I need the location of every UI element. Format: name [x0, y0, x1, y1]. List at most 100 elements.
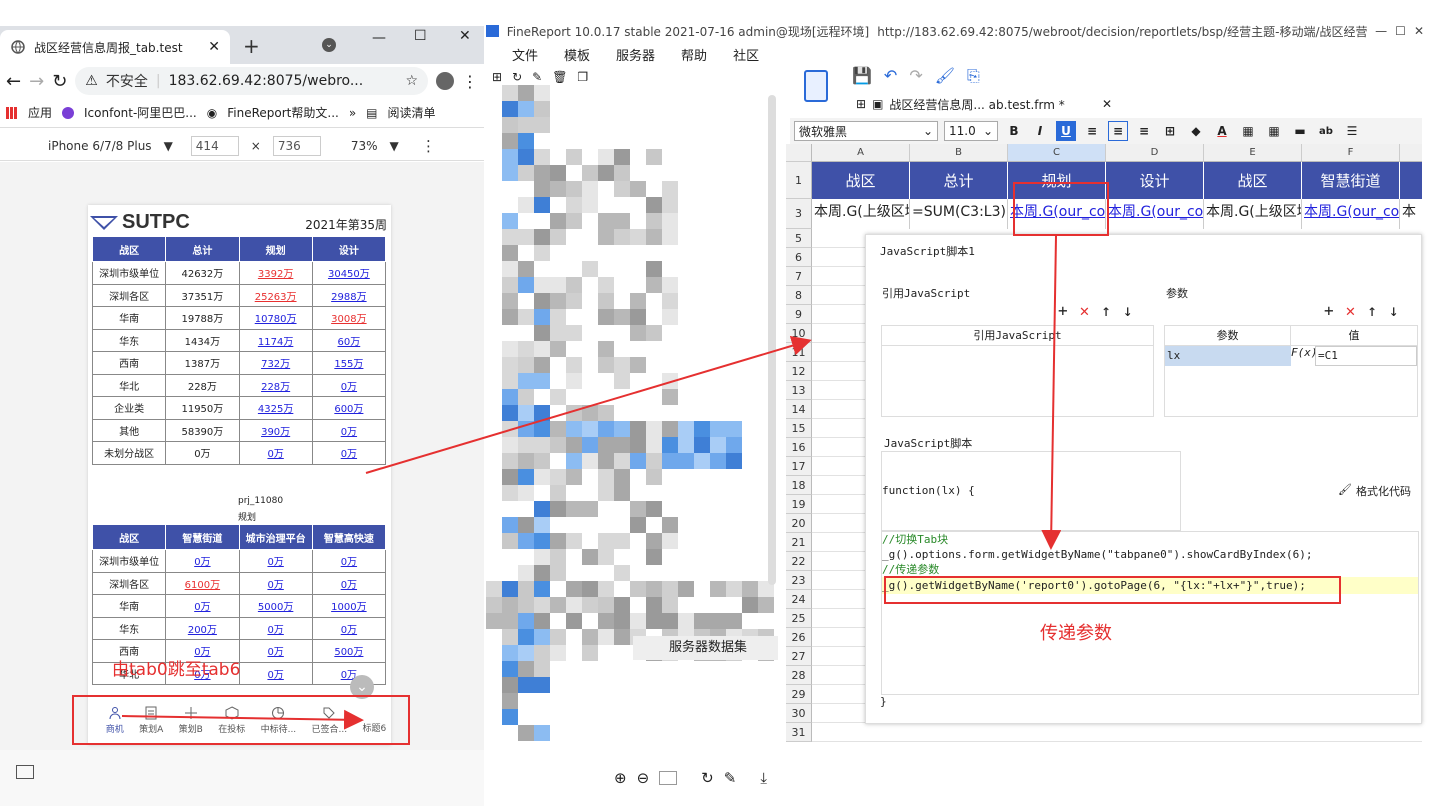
row-header[interactable]: 10 — [786, 324, 812, 343]
new-tab-button[interactable]: + — [243, 34, 260, 58]
header-cell[interactable]: 战区 — [812, 162, 910, 199]
bookmark-reading-list[interactable]: 阅读清单 — [388, 104, 436, 121]
delete-icon[interactable]: ✕ — [1346, 301, 1356, 320]
table-cell[interactable]: 4325万 — [238, 396, 313, 420]
column-header[interactable]: B — [910, 144, 1008, 162]
table-cell[interactable]: 0万 — [311, 418, 387, 442]
table-cell[interactable]: 2988万 — [311, 283, 387, 307]
row-header[interactable]: 25 — [786, 609, 812, 628]
table-cell[interactable]: 732万 — [238, 351, 313, 375]
browser-tab[interactable]: 战区经营信息周报_tab.test ✕ — [0, 30, 230, 64]
delete-icon[interactable]: 🗑 — [552, 70, 567, 84]
table-cell[interactable]: 0万 — [165, 549, 240, 573]
row-header[interactable]: 30 — [786, 704, 812, 723]
table-cell[interactable]: 155万 — [311, 351, 387, 375]
zoom-in-icon[interactable]: ⊕ — [614, 769, 627, 787]
table-cell[interactable]: 600万 — [311, 396, 387, 420]
font-color-icon[interactable]: A — [1212, 121, 1232, 141]
row-header[interactable]: 11 — [786, 343, 812, 362]
close-window-icon[interactable]: ✕ — [1414, 24, 1430, 38]
row-header[interactable]: 23 — [786, 571, 812, 590]
bookmark-finereport[interactable]: FineReport帮助文... — [227, 104, 339, 121]
font-size-select[interactable]: 11.0 ⌄ — [944, 121, 998, 141]
unmerge-icon[interactable]: ▦ — [1264, 121, 1284, 141]
menu-icon[interactable]: ⋮ — [462, 72, 478, 91]
row-header[interactable]: 6 — [786, 248, 812, 267]
param-name-cell[interactable]: lx — [1165, 346, 1291, 366]
zoom-select[interactable]: 73% — [351, 139, 378, 153]
menu-help[interactable]: 帮助 — [681, 45, 707, 64]
underline-button[interactable]: U — [1056, 121, 1076, 141]
format-code-button[interactable]: 🖌 格式化代码 — [1338, 483, 1411, 499]
table-cell[interactable]: 0万 — [311, 616, 387, 640]
merge-icon[interactable]: ▦ — [1238, 121, 1258, 141]
header-cell[interactable]: 设计 — [1106, 162, 1204, 199]
maximize-icon[interactable]: ☐ — [414, 28, 427, 44]
align-center-icon[interactable]: ≡ — [1108, 121, 1128, 141]
menu-file[interactable]: 文件 — [512, 45, 538, 64]
tab-search-icon[interactable]: ⌄ — [322, 38, 336, 52]
row-header[interactable]: 7 — [786, 267, 812, 286]
header-cell[interactable]: 战区 — [1204, 162, 1302, 199]
rotate-icon[interactable]: ↻ — [701, 769, 714, 787]
header-cell[interactable]: 城 — [1400, 162, 1422, 199]
fit-icon[interactable] — [659, 771, 678, 785]
down-icon[interactable]: ↓ — [1389, 301, 1399, 320]
table-cell[interactable]: 0万 — [165, 594, 240, 618]
forward-icon[interactable]: → — [29, 71, 44, 92]
refresh-icon[interactable]: ↻ — [512, 70, 522, 84]
file-tab[interactable]: ⊞ ▣ 战区经营信息周... ab.test.frm * ✕ — [856, 94, 1112, 114]
add-icon[interactable]: + — [1058, 301, 1068, 320]
download-icon[interactable]: ⤓ — [760, 769, 767, 787]
row-header[interactable]: 8 — [786, 286, 812, 305]
delete-icon[interactable]: ✕ — [1080, 301, 1090, 320]
up-icon[interactable]: ↑ — [1101, 301, 1111, 320]
table-cell[interactable]: 1000万 — [311, 594, 387, 618]
align-right-icon[interactable]: ≡ — [1134, 121, 1154, 141]
width-input[interactable]: 414 — [190, 135, 239, 156]
column-header[interactable]: G — [1400, 144, 1422, 162]
align-icon[interactable]: ☰ — [1342, 121, 1362, 141]
maximize-icon[interactable]: ☐ — [1395, 24, 1406, 38]
close-tab-icon[interactable]: ✕ — [1102, 97, 1112, 111]
row-header[interactable]: 19 — [786, 495, 812, 514]
draw-icon[interactable]: ✎ — [724, 769, 737, 787]
row-header[interactable]: 20 — [786, 514, 812, 533]
header-cell[interactable]: 智慧街道 — [1302, 162, 1400, 199]
column-header[interactable]: D — [1106, 144, 1204, 162]
row-header[interactable]: 9 — [786, 305, 812, 324]
nav-item-1[interactable]: 策划A — [139, 706, 163, 735]
preview-icon[interactable]: ⎘ — [967, 66, 980, 86]
row-header[interactable]: 28 — [786, 666, 812, 685]
row-header[interactable]: 12 — [786, 362, 812, 381]
row3-cell[interactable]: =SUM(C3:L3) — [910, 199, 1008, 229]
row-header[interactable]: 24 — [786, 590, 812, 609]
table-cell[interactable]: 10780万 — [238, 306, 313, 330]
column-header[interactable]: C — [1008, 144, 1106, 162]
table-cell[interactable]: 0万 — [311, 549, 387, 573]
table-cell[interactable]: 5000万 — [238, 594, 313, 618]
menu-server[interactable]: 服务器 — [616, 45, 655, 64]
row-header[interactable]: 5 — [786, 229, 812, 248]
up-icon[interactable]: ↑ — [1367, 301, 1377, 320]
add-dataset-icon[interactable]: ⊞ — [492, 70, 502, 84]
reload-icon[interactable]: ↻ — [52, 71, 67, 92]
table-cell[interactable]: 0万 — [311, 441, 387, 465]
close-tab-icon[interactable]: ✕ — [208, 39, 220, 55]
formula-icon[interactable]: F(x) — [1291, 346, 1318, 366]
table-cell[interactable]: 25263万 — [238, 283, 313, 307]
device-icon[interactable] — [16, 765, 34, 779]
table-cell[interactable]: 0万 — [238, 549, 313, 573]
column-header[interactable]: E — [1204, 144, 1302, 162]
row-header[interactable]: 16 — [786, 438, 812, 457]
edit-icon[interactable]: ✎ — [532, 70, 542, 84]
row-header[interactable]: 15 — [786, 419, 812, 438]
table-cell[interactable]: 0万 — [311, 661, 387, 685]
menu-template[interactable]: 模板 — [564, 45, 590, 64]
row3-cell[interactable]: 本周.G(上级区域名称) — [1204, 199, 1302, 229]
zoom-out-icon[interactable]: ⊖ — [637, 769, 650, 787]
nav-item-0[interactable]: 商机 — [106, 706, 124, 735]
row-header[interactable]: 26 — [786, 628, 812, 647]
header-cell[interactable]: 总计 — [910, 162, 1008, 199]
param-value-cell[interactable]: =C1 — [1315, 346, 1417, 366]
